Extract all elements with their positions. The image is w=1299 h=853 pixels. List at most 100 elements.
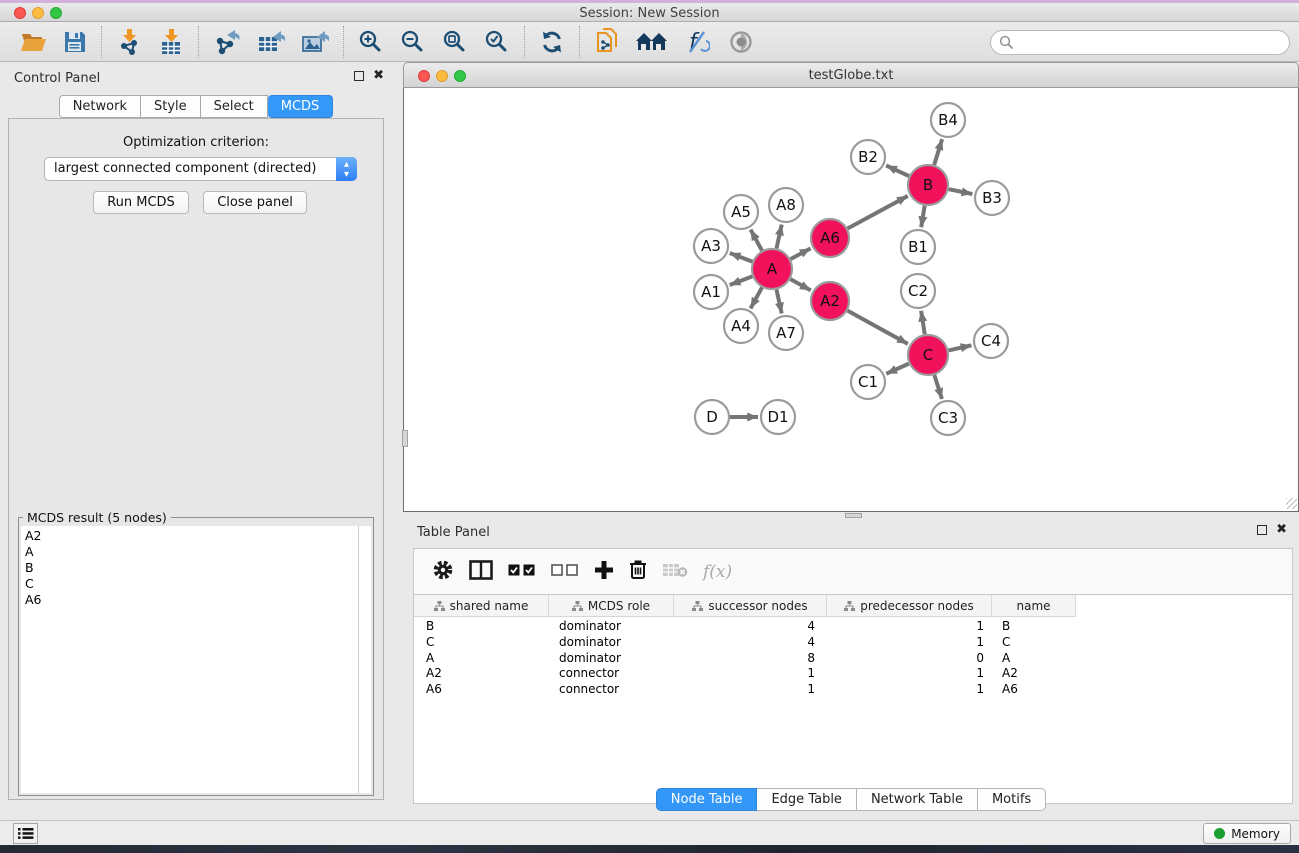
graph-node-B3[interactable]: B3 bbox=[975, 181, 1009, 215]
delete-table-icon[interactable] bbox=[662, 562, 688, 582]
graph-edge-B-B4[interactable] bbox=[934, 139, 942, 165]
function-builder-icon[interactable]: f(x) bbox=[703, 562, 732, 582]
cell-MCDS-role[interactable]: dominator bbox=[549, 651, 674, 667]
refresh-icon[interactable] bbox=[531, 25, 573, 59]
eye-icon[interactable] bbox=[718, 25, 764, 59]
graph-edge-B-B3[interactable] bbox=[949, 189, 973, 194]
column-header-successor-nodes[interactable]: successor nodes bbox=[674, 595, 827, 617]
graph-node-C2[interactable]: C2 bbox=[901, 274, 935, 308]
float-panel-icon[interactable] bbox=[354, 71, 364, 81]
close-panel-button[interactable]: Close panel bbox=[203, 191, 307, 214]
settings-gear-icon[interactable] bbox=[432, 559, 454, 585]
graph-node-C3[interactable]: C3 bbox=[931, 401, 965, 435]
graph-edge-A6-B[interactable] bbox=[848, 196, 908, 229]
graph-node-D[interactable]: D bbox=[695, 400, 729, 434]
cell-predecessor-nodes[interactable]: 1 bbox=[827, 666, 992, 682]
cell-shared-name[interactable]: B bbox=[414, 619, 549, 635]
cell-predecessor-nodes[interactable]: 1 bbox=[827, 635, 992, 651]
cell-successor-nodes[interactable]: 4 bbox=[674, 635, 827, 651]
graph-node-A6[interactable]: A6 bbox=[811, 219, 849, 257]
cell-successor-nodes[interactable]: 1 bbox=[674, 682, 827, 698]
graph-edge-A-A1[interactable] bbox=[730, 276, 753, 285]
graph-node-A8[interactable]: A8 bbox=[769, 188, 803, 222]
graph-edge-A-A6[interactable] bbox=[791, 248, 811, 259]
cell-name[interactable]: A6 bbox=[992, 682, 1076, 698]
tab-motifs[interactable]: Motifs bbox=[978, 788, 1046, 811]
zoom-selected-icon[interactable] bbox=[476, 25, 518, 59]
graph-edge-A-A3[interactable] bbox=[730, 253, 753, 262]
graph-edge-A-A4[interactable] bbox=[751, 287, 762, 308]
result-item[interactable]: B bbox=[25, 560, 358, 576]
close-table-panel-icon[interactable]: ✖ bbox=[1276, 525, 1287, 535]
cell-MCDS-role[interactable]: dominator bbox=[549, 635, 674, 651]
cell-shared-name[interactable]: A6 bbox=[414, 682, 549, 698]
graph-edge-A-A2[interactable] bbox=[790, 279, 810, 290]
table-row[interactable]: A6connector11A6 bbox=[414, 682, 1292, 698]
graph-node-A4[interactable]: A4 bbox=[724, 309, 758, 343]
graph-edge-A-A5[interactable] bbox=[751, 230, 762, 251]
cell-name[interactable]: A2 bbox=[992, 666, 1076, 682]
tab-node-table[interactable]: Node Table bbox=[656, 788, 758, 811]
float-table-panel-icon[interactable] bbox=[1257, 525, 1267, 535]
table-row[interactable]: Bdominator41B bbox=[414, 619, 1292, 635]
zoom-in-icon[interactable] bbox=[350, 25, 392, 59]
function-toggle-icon[interactable]: f bbox=[676, 25, 718, 59]
cell-predecessor-nodes[interactable]: 1 bbox=[827, 619, 992, 635]
graph-edge-C-C3[interactable] bbox=[934, 375, 942, 399]
graph-edge-A-A7[interactable] bbox=[776, 290, 781, 314]
graph-edge-C-C2[interactable] bbox=[921, 311, 925, 334]
graph-node-A[interactable]: A bbox=[752, 249, 792, 289]
cell-shared-name[interactable]: A bbox=[414, 651, 549, 667]
graph-edge-A2-C[interactable] bbox=[848, 311, 908, 344]
cell-MCDS-role[interactable]: connector bbox=[549, 666, 674, 682]
graph-edge-B-B2[interactable] bbox=[886, 165, 909, 176]
network-window-titlebar[interactable]: testGlobe.txt bbox=[403, 62, 1299, 88]
criterion-select[interactable]: largest connected component (directed) ▲… bbox=[44, 157, 357, 181]
column-header-shared-name[interactable]: shared name bbox=[414, 595, 549, 617]
add-column-icon[interactable] bbox=[594, 560, 614, 584]
result-item[interactable]: A2 bbox=[25, 528, 358, 544]
graph-node-D1[interactable]: D1 bbox=[761, 400, 795, 434]
window-resize-grip[interactable] bbox=[1286, 498, 1297, 509]
search-field[interactable] bbox=[990, 30, 1290, 55]
graph-node-C1[interactable]: C1 bbox=[851, 365, 885, 399]
column-header-predecessor-nodes[interactable]: predecessor nodes bbox=[827, 595, 992, 617]
export-image-icon[interactable] bbox=[293, 25, 337, 59]
tab-mcds[interactable]: MCDS bbox=[268, 95, 334, 118]
home-icon[interactable] bbox=[628, 25, 676, 59]
import-table-icon[interactable] bbox=[150, 25, 192, 59]
table-row[interactable]: Cdominator41C bbox=[414, 635, 1292, 651]
graph-edge-B-B1[interactable] bbox=[921, 206, 924, 228]
tab-select[interactable]: Select bbox=[201, 95, 268, 118]
graph-node-B2[interactable]: B2 bbox=[851, 140, 885, 174]
tab-network[interactable]: Network bbox=[59, 95, 141, 118]
result-item[interactable]: C bbox=[25, 576, 358, 592]
graph-edge-C-C1[interactable] bbox=[886, 364, 909, 374]
column-layout-icon[interactable] bbox=[469, 560, 493, 584]
column-header-MCDS-role[interactable]: MCDS role bbox=[549, 595, 674, 617]
column-header-name[interactable]: name bbox=[992, 595, 1076, 617]
vertical-splitter-handle[interactable] bbox=[402, 430, 408, 447]
graph-node-B[interactable]: B bbox=[908, 165, 948, 205]
cell-name[interactable]: B bbox=[992, 619, 1076, 635]
zoom-out-icon[interactable] bbox=[392, 25, 434, 59]
table-row[interactable]: Adominator80A bbox=[414, 651, 1292, 667]
close-panel-icon[interactable]: ✖ bbox=[373, 71, 384, 81]
graph-node-A5[interactable]: A5 bbox=[724, 195, 758, 229]
select-all-checkboxes-icon[interactable] bbox=[508, 563, 536, 581]
memory-button[interactable]: Memory bbox=[1203, 823, 1291, 844]
cell-shared-name[interactable]: A2 bbox=[414, 666, 549, 682]
app-titlebar[interactable]: Session: New Session bbox=[0, 3, 1299, 22]
cell-predecessor-nodes[interactable]: 1 bbox=[827, 682, 992, 698]
graph-node-C4[interactable]: C4 bbox=[974, 324, 1008, 358]
table-row[interactable]: A2connector11A2 bbox=[414, 666, 1292, 682]
cell-successor-nodes[interactable]: 8 bbox=[674, 651, 827, 667]
graph-node-B4[interactable]: B4 bbox=[931, 103, 965, 137]
cell-shared-name[interactable]: C bbox=[414, 635, 549, 651]
graph-node-A1[interactable]: A1 bbox=[694, 275, 728, 309]
open-folder-icon[interactable] bbox=[12, 25, 55, 59]
graph-node-A3[interactable]: A3 bbox=[694, 229, 728, 263]
tab-edge-table[interactable]: Edge Table bbox=[757, 788, 856, 811]
cell-successor-nodes[interactable]: 4 bbox=[674, 619, 827, 635]
export-network-icon[interactable] bbox=[205, 25, 249, 59]
